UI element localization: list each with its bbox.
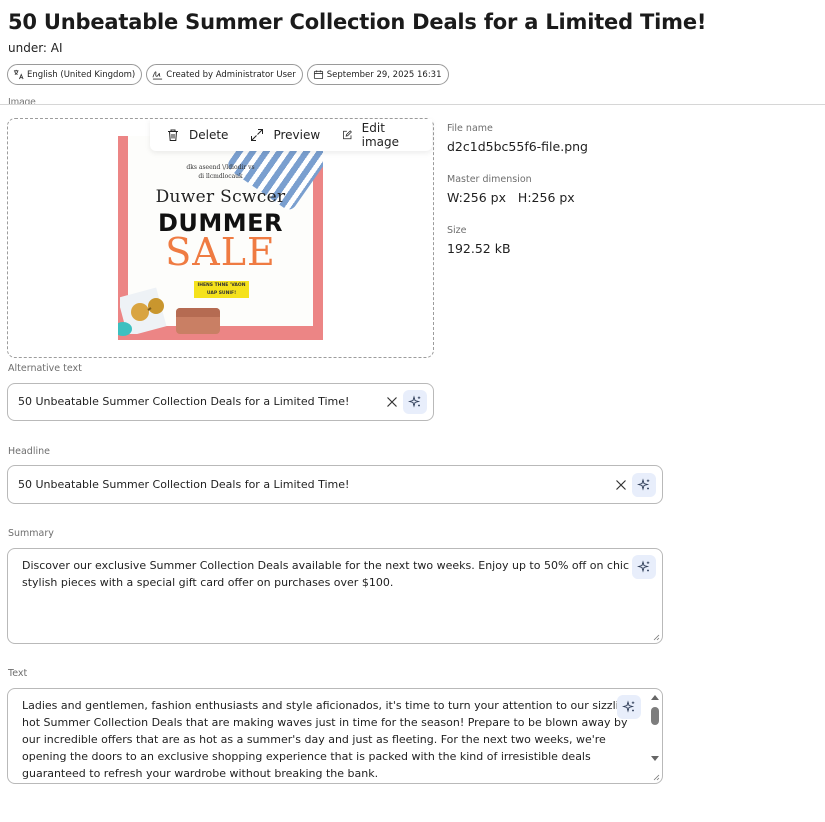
image-toolbar: Delete Preview Edit image <box>150 119 432 151</box>
language-label: English (United Kingdom) <box>27 69 136 80</box>
signature-icon <box>152 71 163 80</box>
page-title: 50 Unbeatable Summer Collection Deals fo… <box>8 10 707 34</box>
sparkle-icon <box>408 395 421 408</box>
scroll-up-icon[interactable] <box>650 693 660 701</box>
meta-chips: English (United Kingdom) Created by Admi… <box>7 64 449 85</box>
calendar-icon <box>313 70 323 80</box>
size-value: 192.52 kB <box>447 241 511 256</box>
headline-value: 50 Unbeatable Summer Collection Deals fo… <box>18 478 350 491</box>
dimension-value: W:256 px H:256 px <box>447 190 575 205</box>
image-preview: dks aseend \/ldiodir vs di llcmdlocauk D… <box>118 136 323 340</box>
dimension-label: Master dimension <box>447 174 532 185</box>
summary-textarea[interactable]: Discover our exclusive Summer Collection… <box>7 548 663 644</box>
edit-icon <box>343 130 353 140</box>
resize-handle-icon[interactable] <box>652 773 660 781</box>
edit-image-label: Edit image <box>361 121 400 149</box>
size-label: Size <box>447 225 467 236</box>
headline-field[interactable]: 50 Unbeatable Summer Collection Deals fo… <box>7 465 663 504</box>
delete-label: Delete <box>189 128 229 142</box>
text-line-3: our incredible offers that are as hot as… <box>22 733 606 746</box>
summary-label: Summary <box>8 528 54 539</box>
date-label: September 29, 2025 16:31 <box>326 69 442 80</box>
promo-sale: SALE <box>165 230 276 274</box>
created-by-label: Created by Administrator User <box>166 69 296 80</box>
scrollbar-thumb[interactable] <box>651 707 659 725</box>
ai-generate-alt-button[interactable] <box>403 390 427 414</box>
promo-small-text-1: dks aseend \/ldiodir vs <box>186 164 255 171</box>
promo-small-text-2: di llcmdlocauk <box>198 173 243 180</box>
language-chip[interactable]: English (United Kingdom) <box>7 64 143 85</box>
file-name-label: File name <box>447 123 493 134</box>
close-icon[interactable] <box>614 478 628 492</box>
alt-text-field[interactable]: 50 Unbeatable Summer Collection Deals fo… <box>7 383 434 421</box>
close-icon[interactable] <box>385 395 399 409</box>
text-textarea[interactable]: Ladies and gentlemen, fashion enthusiast… <box>7 688 663 784</box>
trash-icon <box>168 129 178 141</box>
header-divider <box>0 104 825 105</box>
text-line-2: hot Summer Collection Deals that are mak… <box>22 716 628 729</box>
resize-handle-icon[interactable] <box>652 633 660 641</box>
summary-line-1: Discover our exclusive Summer Collection… <box>22 559 654 572</box>
preview-label: Preview <box>273 128 321 142</box>
edit-image-button[interactable]: Edit image <box>342 121 410 149</box>
headline-label: Headline <box>8 446 50 457</box>
sparkle-icon <box>637 560 650 573</box>
page-subtitle: under: AI <box>8 41 63 55</box>
purse-graphic <box>176 308 220 334</box>
summary-line-2: stylish pieces with a special gift card … <box>22 576 394 589</box>
scroll-down-icon[interactable] <box>650 755 660 763</box>
translate-icon <box>13 69 24 80</box>
alt-text-value: 50 Unbeatable Summer Collection Deals fo… <box>18 395 350 408</box>
created-by-chip[interactable]: Created by Administrator User <box>146 64 303 85</box>
text-label: Text <box>8 668 28 679</box>
expand-icon <box>251 129 264 141</box>
text-scrollbar[interactable] <box>649 691 661 771</box>
sparkle-icon <box>637 478 650 491</box>
file-name-value: d2c1d5bc55f6-file.png <box>447 139 588 154</box>
promo-script-title: Duwer Scwcer <box>155 187 286 207</box>
sparkle-icon <box>622 700 635 713</box>
alt-text-label: Alternative text <box>8 363 82 374</box>
text-line-4: opening the doors to an exclusive shoppi… <box>22 750 591 763</box>
ai-generate-summary-button[interactable] <box>632 555 656 579</box>
promo-tag: IHENS THNE 'VAON UAP SUNIF! <box>194 281 249 298</box>
ai-generate-text-button[interactable] <box>617 695 641 719</box>
ai-generate-headline-button[interactable] <box>632 473 656 497</box>
text-line-5: guaranteed to refresh your wardrobe with… <box>22 767 379 780</box>
date-chip[interactable]: September 29, 2025 16:31 <box>306 64 449 85</box>
preview-button[interactable]: Preview <box>250 128 320 142</box>
text-line-1: Ladies and gentlemen, fashion enthusiast… <box>22 699 633 712</box>
delete-button[interactable]: Delete <box>166 128 228 142</box>
